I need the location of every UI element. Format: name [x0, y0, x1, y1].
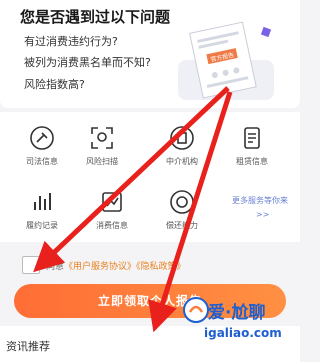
list-icon — [244, 127, 260, 149]
chart-icon — [102, 192, 122, 212]
service-item-repayment[interactable]: 偿还能力 — [152, 182, 212, 234]
service-label: 履约记录 — [26, 221, 58, 230]
service-item-consumption[interactable]: 消费信息 — [82, 182, 142, 234]
service-label: 偿还能力 — [166, 221, 198, 230]
service-label: 租赁信息 — [236, 157, 268, 166]
problem-card: 您是否遇到过以下问题 有过消费违约行为? 被列为消费黑名单而不知? 风险指数高?… — [0, 0, 300, 108]
agreement-row: 同意《用户服务协议》《隐私政策》 — [0, 250, 300, 280]
privacy-policy-link[interactable]: 《隐私政策》 — [136, 262, 186, 272]
watermark-title: 爱·尬聊 — [208, 303, 266, 323]
more-services-link[interactable]: 更多服务等你来 >> — [232, 194, 296, 222]
more-arrow-icon: >> — [256, 210, 270, 219]
watermark-url: igaliao.com — [204, 326, 282, 340]
service-item-agency[interactable]: 中介机构 — [152, 118, 212, 170]
service-label: 风险扫描 — [86, 157, 118, 166]
site-watermark: 爱·尬聊 igaliao.com — [182, 296, 294, 348]
agree-checkbox[interactable] — [22, 256, 40, 274]
building-icon — [170, 126, 194, 150]
coin-icon — [170, 190, 194, 214]
bars-icon — [34, 193, 51, 210]
gavel-icon — [30, 126, 54, 150]
service-grid: 司法信息 风险扫描 中介机构 租赁信息 履约记录 消费信息 偿还能力 更多服务等… — [0, 112, 300, 242]
agreement-prefix: 同意 — [46, 262, 65, 272]
watermark-logo-icon — [183, 297, 209, 323]
service-label: 中介机构 — [166, 157, 198, 166]
service-label: 司法信息 — [26, 157, 58, 166]
report-illustration: 官方报告 — [178, 20, 282, 102]
service-item-performance[interactable]: 履约记录 — [12, 182, 72, 234]
more-services-label: 更多服务等你来 — [232, 196, 288, 205]
question-1: 有过消费违约行为? — [24, 35, 118, 48]
service-item-risk-scan[interactable]: 风险扫描 — [72, 118, 132, 170]
service-label: 消费信息 — [96, 221, 128, 230]
question-3: 风险指数高? — [24, 78, 85, 91]
news-title: 资讯推荐 — [6, 340, 50, 353]
service-agreement-link[interactable]: 《用户服务协议》 — [64, 262, 136, 272]
service-item-lease[interactable]: 租赁信息 — [222, 118, 282, 170]
scan-icon — [91, 127, 113, 149]
card-title: 您是否遇到过以下问题 — [20, 8, 171, 26]
question-2: 被列为消费黑名单而不知? — [24, 56, 151, 69]
agreement-text: 同意《用户服务协议》《隐私政策》 — [46, 259, 186, 272]
service-item-judicial[interactable]: 司法信息 — [12, 118, 72, 170]
